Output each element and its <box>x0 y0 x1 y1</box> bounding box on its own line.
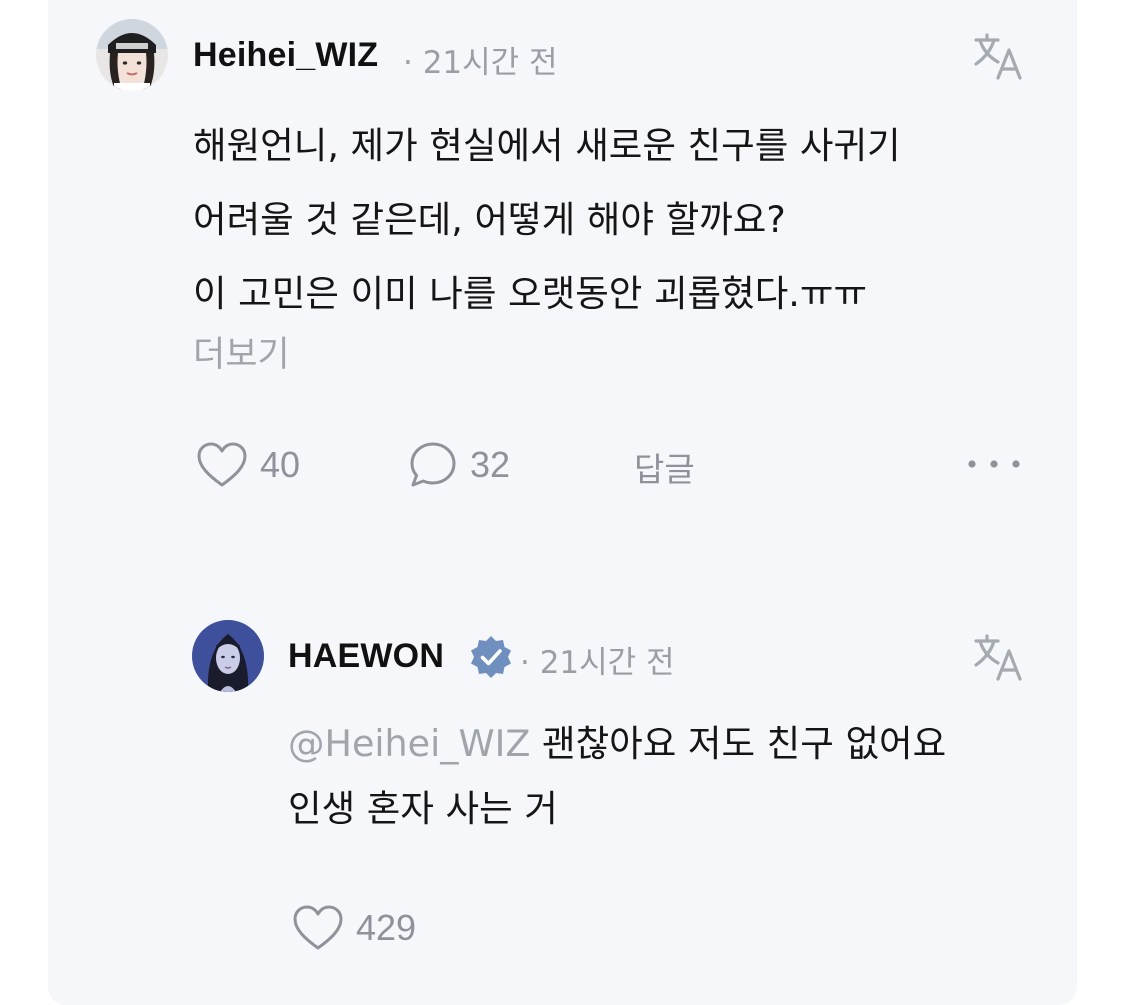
heart-icon <box>197 442 247 487</box>
commenter-avatar[interactable] <box>96 19 168 91</box>
reply-like-button[interactable]: 429 <box>292 903 416 953</box>
reply-body-line-1: @Heihei_WIZ 괜찮아요 저도 친구 없어요 <box>288 707 946 781</box>
comment-body-line-1: 해원언니, 제가 현실에서 새로운 친구를 사귀기 <box>193 124 901 167</box>
mention-link[interactable]: @Heihei_WIZ <box>288 722 530 765</box>
translate-icon[interactable] <box>972 631 1026 685</box>
comment-body-line-3: 이 고민은 이미 나를 오랫동안 괴롭혔다.ㅠㅠ <box>193 272 868 315</box>
comment-body-line-2: 어려울 것 같은데, 어떻게 해야 할까요? <box>193 198 786 241</box>
reply-like-count: 429 <box>356 907 417 948</box>
replier-avatar[interactable] <box>192 620 264 692</box>
more-icon[interactable] <box>966 458 1022 470</box>
reply-body-line-1-rest: 괜찮아요 저도 친구 없어요 <box>530 722 947 765</box>
comment-count: 32 <box>470 444 511 485</box>
like-count: 40 <box>260 444 301 485</box>
comment-button[interactable]: 32 <box>408 440 510 490</box>
comment-icon <box>410 442 456 487</box>
comment-timestamp: · 21시간 전 <box>403 45 558 81</box>
like-button[interactable]: 40 <box>196 440 300 490</box>
reply-body-line-2: 인생 혼자 사는 거 <box>288 787 558 830</box>
reply-button[interactable]: 답글 <box>634 443 695 491</box>
verified-badge-icon <box>471 636 511 678</box>
commenter-username[interactable]: Heihei_WIZ <box>193 36 378 75</box>
heart-icon <box>293 905 343 950</box>
translate-icon[interactable] <box>972 30 1026 84</box>
replier-username[interactable]: HAEWON <box>288 637 444 676</box>
see-more-link[interactable]: 더보기 <box>193 326 290 377</box>
comment-thread-card: Heihei_WIZ · 21시간 전 해원언니, 제가 현실에서 새로운 친구… <box>48 0 1077 1005</box>
reply-timestamp: · 21시간 전 <box>520 645 675 681</box>
